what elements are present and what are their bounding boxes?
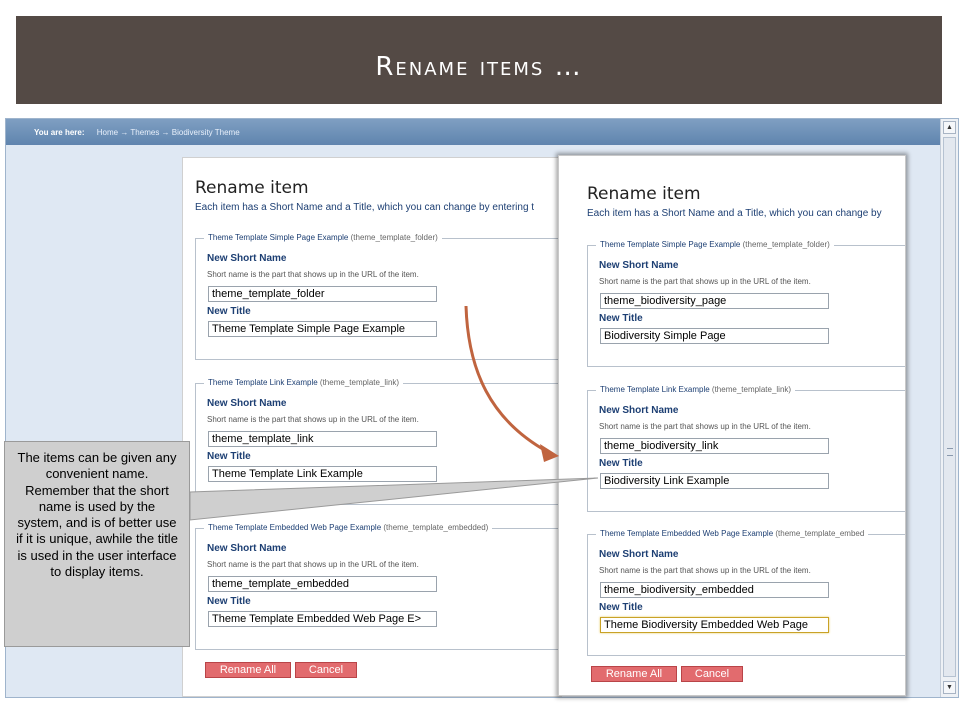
title-input[interactable]: Biodiversity Link Example xyxy=(600,473,829,489)
title-label: New Title xyxy=(599,458,643,469)
explanation-callout: The items can be given any convenient na… xyxy=(4,441,190,647)
page-title: Rename item xyxy=(195,178,309,198)
item-legend: Theme Template Simple Page Example (them… xyxy=(596,240,834,249)
title-input[interactable]: Biodiversity Simple Page xyxy=(600,328,829,344)
vertical-scrollbar[interactable]: ▲ ▼ xyxy=(940,119,958,697)
cancel-button[interactable]: Cancel xyxy=(681,666,743,682)
breadcrumb-path[interactable]: Home → Themes → Biodiversity Theme xyxy=(97,128,240,137)
short-name-help: Short name is the part that shows up in … xyxy=(207,560,419,569)
item-fieldset: Theme Template Link Example (theme_templ… xyxy=(587,385,905,512)
short-name-help: Short name is the part that shows up in … xyxy=(599,422,811,431)
item-fieldset: Theme Template Simple Page Example (them… xyxy=(195,233,561,360)
title-label: New Title xyxy=(599,602,643,613)
short-name-help: Short name is the part that shows up in … xyxy=(207,270,419,279)
item-fieldset: Theme Template Embedded Web Page Example… xyxy=(587,529,905,656)
rename-all-button[interactable]: Rename All xyxy=(591,666,677,682)
title-input[interactable]: Theme Template Embedded Web Page E> xyxy=(208,611,437,627)
rename-panel-original: Rename item Each item has a Short Name a… xyxy=(182,157,562,697)
short-name-input[interactable]: theme_template_embedded xyxy=(208,576,437,592)
title-input[interactable]: Theme Biodiversity Embedded Web Page xyxy=(600,617,829,633)
breadcrumb-label: You are here: xyxy=(34,128,85,137)
short-name-label: New Short Name xyxy=(207,253,287,264)
short-name-label: New Short Name xyxy=(207,543,287,554)
title-label: New Title xyxy=(207,451,251,462)
short-name-input[interactable]: theme_biodiversity_embedded xyxy=(600,582,829,598)
short-name-input[interactable]: theme_biodiversity_page xyxy=(600,293,829,309)
short-name-help: Short name is the part that shows up in … xyxy=(207,415,419,424)
page-description: Each item has a Short Name and a Title, … xyxy=(195,202,535,213)
breadcrumb: You are here: Home → Themes → Biodiversi… xyxy=(6,119,940,145)
item-legend: Theme Template Simple Page Example (them… xyxy=(204,233,442,242)
short-name-input[interactable]: theme_template_link xyxy=(208,431,437,447)
scroll-up-button[interactable]: ▲ xyxy=(943,121,956,134)
page-title: Rename item xyxy=(587,184,701,204)
slide-title-bar: Rename items … xyxy=(16,16,942,104)
short-name-help: Short name is the part that shows up in … xyxy=(599,566,811,575)
cancel-button[interactable]: Cancel xyxy=(295,662,357,678)
short-name-label: New Short Name xyxy=(599,549,679,560)
item-legend: Theme Template Embedded Web Page Example… xyxy=(204,523,493,532)
short-name-label: New Short Name xyxy=(599,260,679,271)
short-name-label: New Short Name xyxy=(599,405,679,416)
slide-title: Rename items … xyxy=(375,52,583,82)
item-legend: Theme Template Embedded Web Page Example… xyxy=(596,529,869,538)
title-label: New Title xyxy=(599,313,643,324)
scroll-grip-icon xyxy=(947,448,953,456)
scroll-thumb[interactable] xyxy=(943,137,956,677)
short-name-input[interactable]: theme_biodiversity_link xyxy=(600,438,829,454)
short-name-help: Short name is the part that shows up in … xyxy=(599,277,811,286)
title-input[interactable]: Theme Template Simple Page Example xyxy=(208,321,437,337)
item-fieldset: Theme Template Simple Page Example (them… xyxy=(587,240,905,367)
title-input[interactable]: Theme Template Link Example xyxy=(208,466,437,482)
title-label: New Title xyxy=(207,596,251,607)
item-legend: Theme Template Link Example (theme_templ… xyxy=(204,378,404,387)
short-name-label: New Short Name xyxy=(207,398,287,409)
scroll-down-button[interactable]: ▼ xyxy=(943,681,956,694)
page-description: Each item has a Short Name and a Title, … xyxy=(587,208,882,219)
item-legend: Theme Template Link Example (theme_templ… xyxy=(596,385,796,394)
item-fieldset: Theme Template Link Example (theme_templ… xyxy=(195,378,561,505)
rename-panel-edited: Rename item Each item has a Short Name a… xyxy=(558,155,906,696)
item-fieldset: Theme Template Embedded Web Page Example… xyxy=(195,523,561,650)
rename-all-button[interactable]: Rename All xyxy=(205,662,291,678)
short-name-input[interactable]: theme_template_folder xyxy=(208,286,437,302)
title-label: New Title xyxy=(207,306,251,317)
